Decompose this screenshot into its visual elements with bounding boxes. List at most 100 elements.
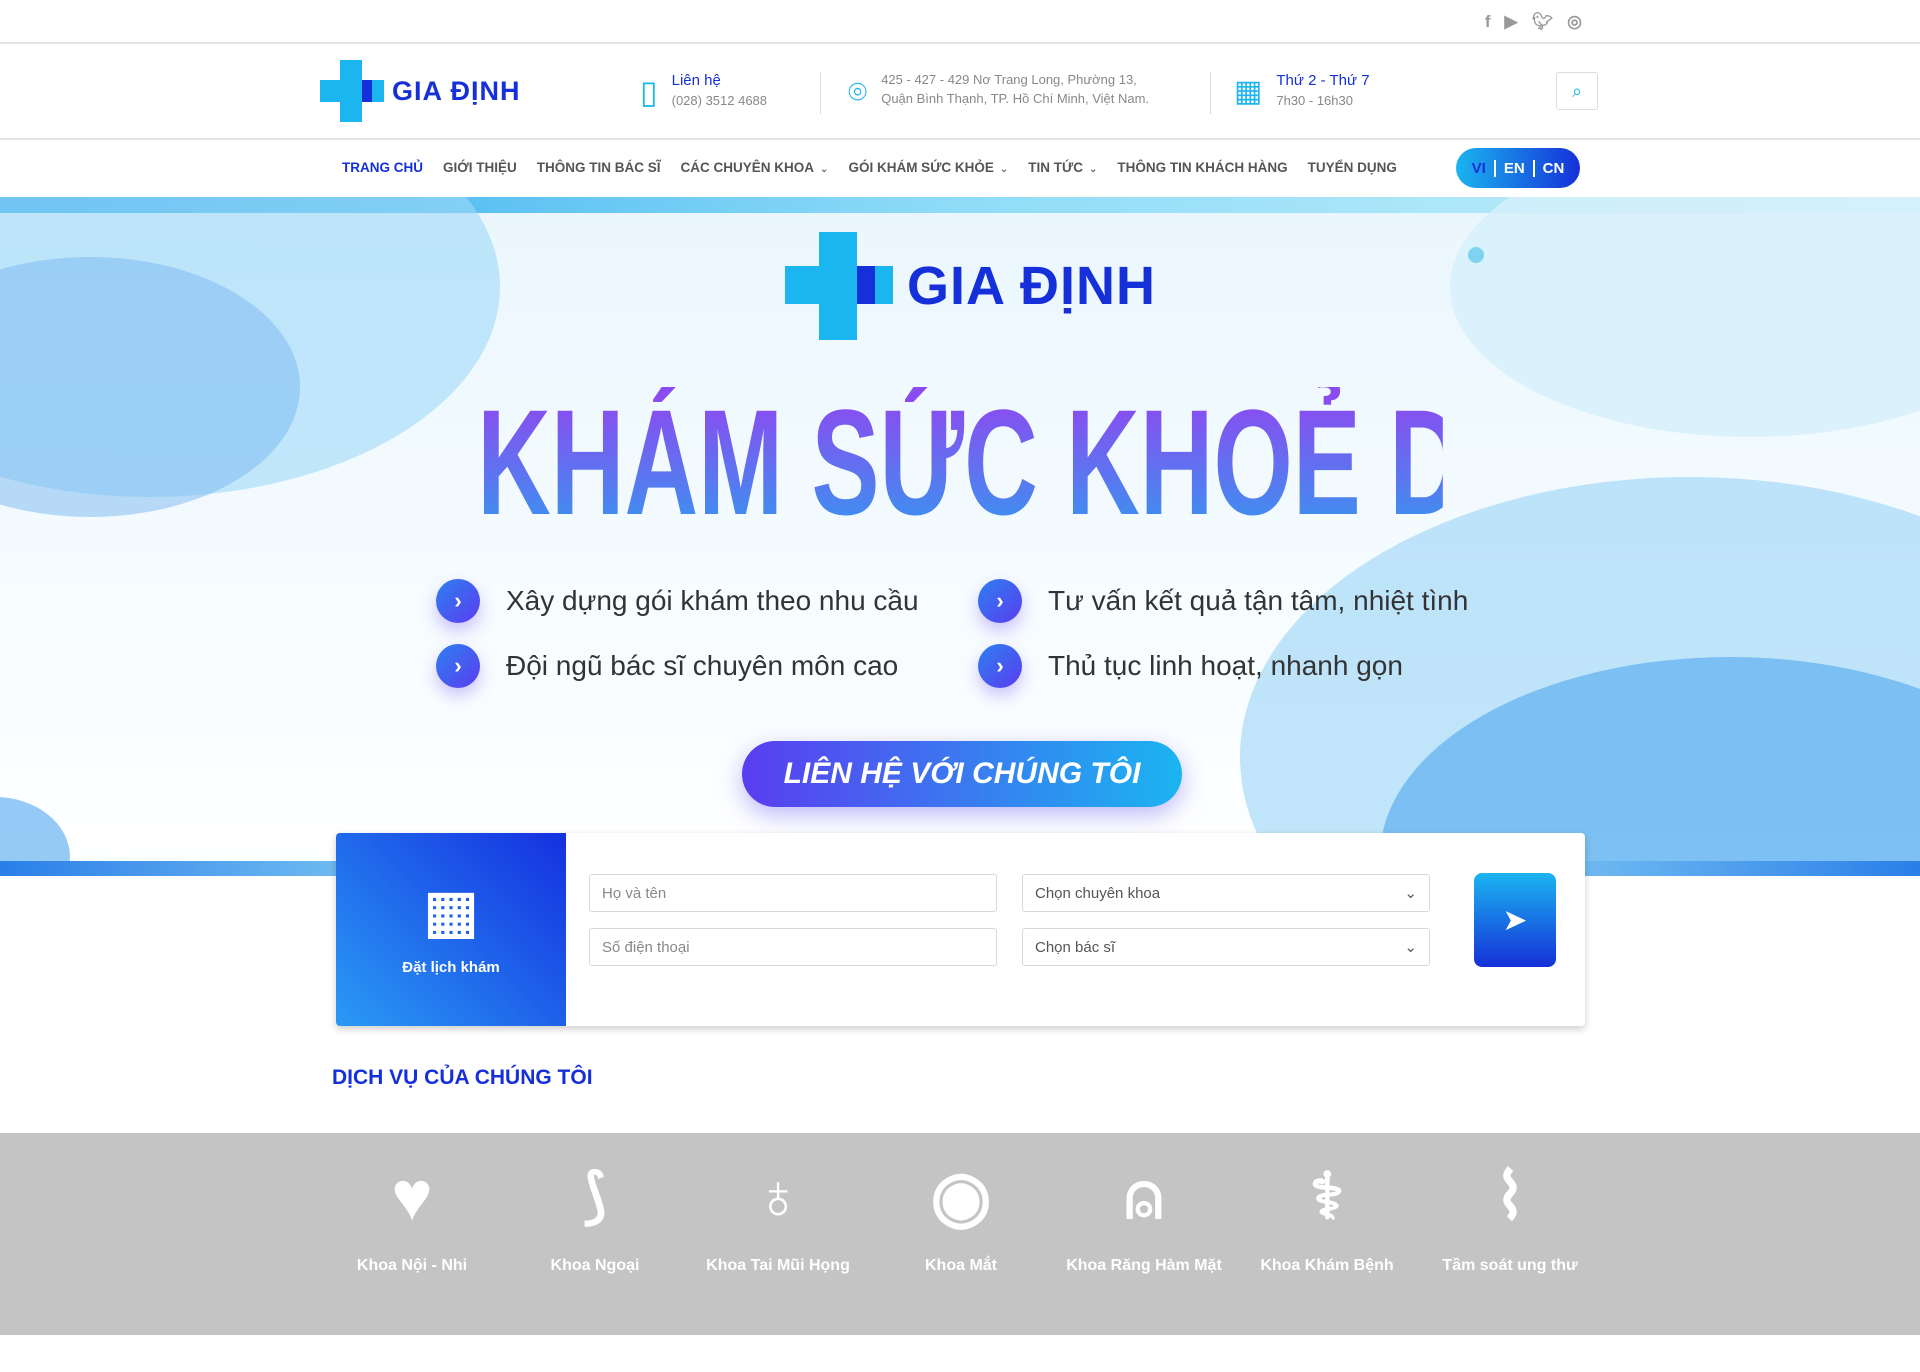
contact-phone[interactable]: (028) 3512 4688 — [672, 93, 767, 108]
address-line1: 425 - 427 - 429 Nơ Trang Long, Phường 13… — [881, 72, 1137, 87]
service-label: Khoa Ngoại — [550, 1257, 640, 1274]
lang-vi[interactable]: VI — [1464, 160, 1494, 177]
hours-time: 7h30 - 16h30 — [1276, 93, 1353, 108]
dna-icon: ⌇ — [1494, 1160, 1526, 1232]
twitter-icon[interactable]: 🐦︎ — [1532, 12, 1554, 32]
nav-item-label: TIN TỨC — [1028, 160, 1083, 175]
chevron-down-icon: ⌄ — [820, 164, 829, 175]
service-label: Khoa Mắt — [925, 1257, 997, 1274]
service-item[interactable]: ⚕ Khoa Khám Bệnh — [1242, 1155, 1412, 1277]
hero-title: KHÁM SỨC KHOẺ DOANH NGHIỆP — [477, 378, 1920, 546]
service-item[interactable]: ◉ Khoa Mắt — [876, 1155, 1046, 1277]
nav-item-label: TUYỂN DỤNG — [1307, 160, 1397, 175]
submit-button[interactable]: ➤ — [1474, 873, 1556, 967]
hero-banner: GIA ĐỊNH KHÁM SỨC KHOẺ DOANH NGHIỆP › Xây… — [0, 197, 1920, 876]
contact-us-button[interactable]: LIÊN HỆ VỚI CHÚNG TÔI — [742, 741, 1182, 807]
nav-item[interactable]: TIN TỨC ⌄ — [1028, 160, 1097, 175]
nav-item-label: THÔNG TIN KHÁCH HÀNG — [1117, 160, 1288, 175]
instagram-icon[interactable]: ◎ — [1567, 12, 1582, 32]
location-pin-icon: ⌾ — [848, 74, 868, 110]
hero-logo-cross-icon — [785, 232, 893, 340]
logo[interactable]: GIA ĐỊNH — [320, 60, 521, 122]
nav-item-label: GÓI KHÁM SỨC KHỎE — [848, 160, 994, 175]
booking-label: Đặt lịch khám — [402, 959, 500, 976]
chevron-down-icon: ⌄ — [1089, 164, 1098, 175]
booking-form: ▦ Đặt lịch khám Họ và tên Số điện thoại … — [336, 833, 1585, 1026]
chevron-right-icon: › — [436, 644, 480, 688]
nav-item-label: TRANG CHỦ — [342, 160, 423, 175]
bullet-text: Xây dựng gói khám theo nhu cầu — [506, 585, 919, 616]
nav-item[interactable]: TUYỂN DỤNG — [1308, 160, 1397, 175]
social-links: f ▶ 🐦︎ ◎ — [1485, 12, 1582, 32]
nav-item[interactable]: GÓI KHÁM SỨC KHỎE ⌄ — [848, 160, 1008, 175]
nav-item[interactable]: THÔNG TIN KHÁCH HÀNG — [1117, 160, 1287, 175]
nav-item-label: THÔNG TIN BÁC SĨ — [536, 160, 661, 175]
logo-text: GIA ĐỊNH — [392, 75, 521, 106]
chevron-down-icon: ⌄ — [1404, 939, 1417, 956]
lang-en[interactable]: EN — [1493, 159, 1533, 177]
nav-item[interactable]: TRANG CHỦ — [342, 160, 423, 175]
nav-item-label: CÁC CHUYÊN KHOA — [680, 160, 815, 175]
hero-logo-text: GIA ĐỊNH — [907, 256, 1156, 316]
doctor-select[interactable]: Chọn bác sĩ ⌄ — [1022, 928, 1430, 966]
nav-item-label: GIỚI THIỆU — [443, 160, 517, 175]
hours-info: ▦ Thứ 2 - Thứ 7 7h30 - 16h30 — [1234, 72, 1370, 112]
contact-info: ▯ Liên hệ (028) 3512 4688 — [640, 72, 767, 112]
logo-cross-icon — [320, 60, 384, 122]
service-label: Khoa Răng Hàm Mặt — [1066, 1257, 1222, 1274]
booking-side-panel: ▦ Đặt lịch khám — [336, 833, 566, 1026]
hours-days: Thứ 2 - Thứ 7 — [1276, 72, 1370, 89]
phone-input[interactable]: Số điện thoại — [589, 928, 997, 966]
chevron-down-icon: ⌄ — [1404, 885, 1417, 902]
heart-pulse-icon: ♥ — [391, 1157, 433, 1235]
chevron-right-icon: › — [436, 579, 480, 623]
service-item[interactable]: ♁ Khoa Tai Mũi Họng — [693, 1155, 863, 1277]
services-list: ♥ Khoa Nội - Nhi ⟆ Khoa Ngoại ♁ Khoa Tai Mũi … — [0, 1133, 1920, 1335]
contact-label: Liên hệ — [671, 72, 721, 89]
bullet-text: Đội ngũ bác sĩ chuyên môn cao — [506, 650, 899, 681]
facebook-icon[interactable]: f — [1485, 12, 1491, 32]
chevron-right-icon: › — [978, 644, 1022, 688]
phone-icon: ▯ — [640, 74, 658, 110]
hero-bullet: › Tư vấn kết quả tận tâm, nhiệt tình — [978, 579, 1468, 623]
address-info: ⌾ 425 - 427 - 429 Nơ Trang Long, Phường … — [848, 72, 1149, 112]
hero-bullet: › Đội ngũ bác sĩ chuyên môn cao — [436, 644, 898, 688]
service-item[interactable]: ⟆ Khoa Ngoại — [510, 1155, 680, 1277]
bullet-text: Thủ tục linh hoạt, nhanh gọn — [1048, 650, 1403, 681]
tooth-icon: ⍝ — [1124, 1160, 1164, 1232]
service-label: Tầm soát ung thư — [1442, 1257, 1578, 1274]
service-item[interactable]: ♥ Khoa Nội - Nhi — [327, 1155, 497, 1277]
hero-logo: GIA ĐỊNH — [785, 232, 1156, 340]
address-line2: Quận Bình Thạnh, TP. Hồ Chí Minh, Việt N… — [881, 91, 1150, 106]
search-button[interactable]: ⌕ — [1556, 72, 1598, 110]
service-label: Khoa Tai Mũi Họng — [706, 1257, 850, 1274]
search-icon: ⌕ — [1571, 80, 1583, 101]
nav-item[interactable]: THÔNG TIN BÁC SĨ — [537, 160, 661, 175]
service-label: Khoa Nội - Nhi — [356, 1257, 468, 1274]
service-label: Khoa Khám Bệnh — [1260, 1257, 1394, 1274]
chevron-down-icon: ⌄ — [999, 164, 1009, 175]
header: GIA ĐỊNH ▯ Liên hệ (028) 3512 4688 ⌾ 425 … — [0, 44, 1920, 140]
stethoscope-icon: ⚕ — [1309, 1160, 1345, 1232]
service-item[interactable]: ⍝ Khoa Răng Hàm Mặt — [1059, 1155, 1229, 1277]
chevron-right-icon: › — [978, 579, 1022, 623]
calendar-clock-icon: ▦ — [1234, 75, 1263, 108]
main-nav: TRANG CHỦ GIỚI THIỆU THÔNG TIN BÁC SĨ CÁC C… — [0, 140, 1920, 197]
nav-item[interactable]: CÁC CHUYÊN KHOA ⌄ — [681, 160, 829, 175]
lang-cn[interactable]: CN — [1532, 159, 1573, 177]
paper-plane-icon: ➤ — [1502, 903, 1528, 937]
eye-icon: ◉ — [930, 1157, 992, 1235]
calendar-icon: ▦ — [423, 879, 479, 944]
hero-bullet: › Thủ tục linh hoạt, nhanh gọn — [978, 644, 1403, 688]
knee-joint-icon: ⟆ — [583, 1162, 607, 1229]
ear-icon: ♁ — [754, 1160, 802, 1232]
service-item[interactable]: ⌇ Tầm soát ung thư — [1425, 1155, 1595, 1277]
specialty-select[interactable]: Chọn chuyên khoa ⌄ — [1022, 874, 1430, 912]
bullet-text: Tư vấn kết quả tận tâm, nhiệt tình — [1048, 585, 1469, 616]
language-switcher: VI EN CN — [1456, 148, 1580, 188]
services-title: DỊCH VỤ CỦA CHÚNG TÔI — [332, 1066, 593, 1089]
youtube-icon[interactable]: ▶ — [1504, 12, 1517, 32]
name-input[interactable]: Họ và tên — [589, 874, 997, 912]
nav-item[interactable]: GIỚI THIỆU — [443, 160, 517, 175]
top-bar: f ▶ 🐦︎ ◎ — [0, 0, 1920, 44]
